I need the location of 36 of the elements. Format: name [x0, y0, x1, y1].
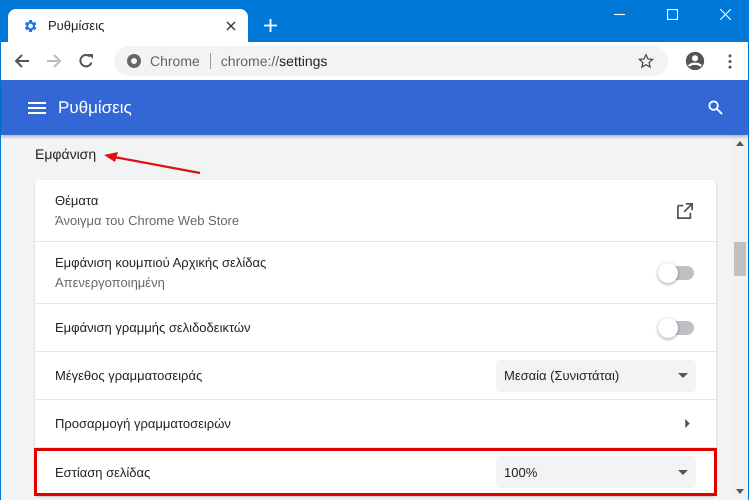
close-icon[interactable] — [226, 20, 236, 30]
section-title: Εμφάνιση — [35, 145, 96, 163]
chevron-right-icon[interactable] — [685, 419, 690, 428]
gear-icon — [22, 18, 38, 34]
address-bar[interactable]: Chrome chrome://settings — [114, 46, 668, 76]
page-title: Ρυθμίσεις — [58, 98, 132, 118]
toggle-switch[interactable] — [660, 320, 694, 334]
setting-label: Εμφάνιση γραμμής σελιδοδεικτών — [55, 320, 252, 335]
setting-label: Προσαρμογή γραμματοσειρών — [55, 416, 232, 431]
profile-icon[interactable] — [684, 50, 706, 72]
back-arrow-icon[interactable] — [14, 53, 30, 69]
scrollbar-thumb[interactable] — [734, 242, 746, 276]
toggle-switch[interactable] — [660, 266, 694, 280]
search-icon[interactable] — [708, 100, 723, 115]
browser-tab[interactable]: Ρυθμίσεις — [8, 9, 248, 42]
star-icon[interactable] — [638, 53, 654, 69]
setting-label: Εστίαση σελίδας — [55, 464, 152, 480]
reload-icon[interactable] — [78, 53, 94, 69]
setting-label: Εμφάνιση κουμπιού Αρχικής σελίδας — [55, 255, 268, 270]
plus-icon[interactable] — [264, 19, 277, 32]
menu-icon[interactable] — [728, 54, 732, 68]
maximize-icon[interactable] — [667, 9, 678, 20]
setting-description: Άνοιγμα του Chrome Web Store — [55, 213, 240, 228]
setting-label: Μέγεθος γραμματοσειράς — [55, 368, 204, 383]
url-text: chrome://settings — [220, 53, 328, 69]
setting-description: Απενεργοποιημένη — [55, 275, 166, 290]
scroll-down-icon[interactable] — [736, 489, 744, 494]
dropdown[interactable]: 100% — [496, 456, 696, 488]
external-link-icon[interactable] — [677, 202, 693, 218]
menu-icon[interactable] — [28, 102, 46, 114]
site-label: Chrome — [150, 53, 200, 69]
dropdown[interactable]: Μεσαία (Συνιστάται) — [496, 360, 696, 392]
chrome-logo-icon — [126, 53, 142, 69]
tab-title: Ρυθμίσεις — [48, 18, 106, 33]
setting-label: Θέματα — [55, 193, 100, 208]
scroll-up-icon[interactable] — [736, 141, 744, 146]
